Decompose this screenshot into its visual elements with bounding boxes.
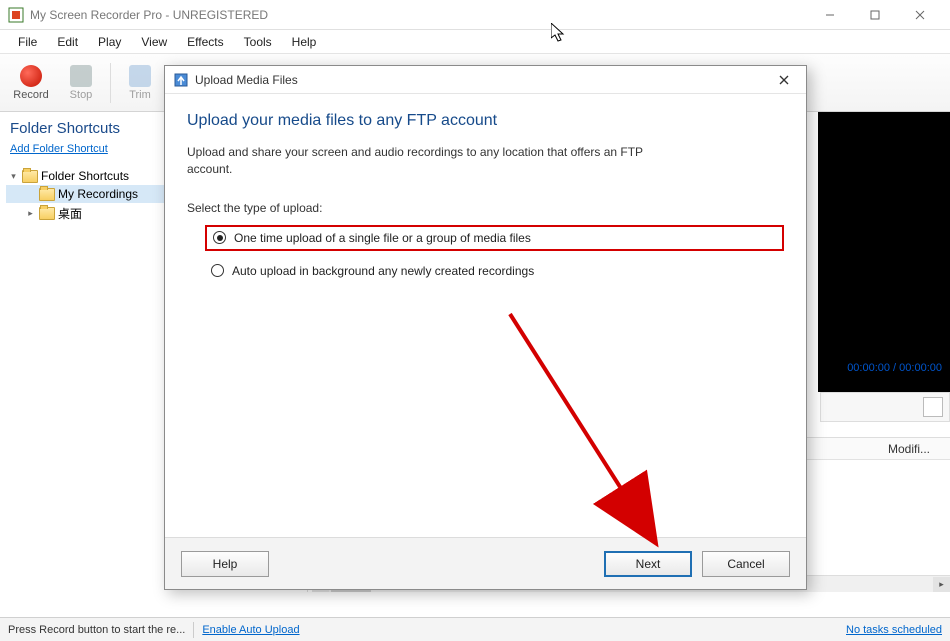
record-button[interactable]: Record — [6, 56, 56, 110]
menu-view[interactable]: View — [131, 32, 177, 52]
video-preview — [818, 112, 950, 392]
window-title: My Screen Recorder Pro - UNREGISTERED — [30, 8, 807, 22]
toolbar-separator — [110, 63, 111, 103]
dialog-icon — [173, 72, 189, 88]
expand-icon[interactable]: ▸ — [25, 208, 36, 219]
folder-icon — [22, 170, 38, 183]
maximize-button[interactable] — [852, 0, 897, 30]
select-type-label: Select the type of upload: — [187, 201, 784, 215]
menu-help[interactable]: Help — [282, 32, 327, 52]
radio-auto-upload[interactable]: Auto upload in background any newly crea… — [205, 259, 784, 283]
stop-button[interactable]: Stop — [56, 56, 106, 110]
folder-icon — [39, 207, 55, 220]
upload-type-radio-group: One time upload of a single file or a gr… — [205, 225, 784, 283]
close-icon — [779, 75, 789, 85]
folder-icon — [39, 188, 55, 201]
menu-file[interactable]: File — [8, 32, 47, 52]
status-bar: Press Record button to start the re... E… — [0, 617, 950, 641]
record-icon — [20, 65, 42, 87]
trim-button[interactable]: Trim — [115, 56, 165, 110]
dialog-heading: Upload your media files to any FTP accou… — [187, 112, 784, 130]
menu-effects[interactable]: Effects — [177, 32, 233, 52]
menu-tools[interactable]: Tools — [234, 32, 282, 52]
video-control-button[interactable] — [923, 397, 943, 417]
radio-one-time-upload[interactable]: One time upload of a single file or a gr… — [205, 225, 784, 251]
tree-label: My Recordings — [58, 187, 138, 201]
upload-media-dialog: Upload Media Files Upload your media fil… — [164, 65, 807, 590]
menu-bar: File Edit Play View Effects Tools Help — [0, 30, 950, 54]
dialog-title: Upload Media Files — [195, 73, 770, 87]
dialog-description: Upload and share your screen and audio r… — [187, 144, 687, 179]
scroll-right-arrow[interactable]: ▸ — [933, 577, 950, 592]
annotation-arrow — [500, 304, 700, 564]
help-button[interactable]: Help — [181, 551, 269, 577]
add-folder-shortcut-link[interactable]: Add Folder Shortcut — [0, 143, 118, 163]
tree-label: Folder Shortcuts — [41, 169, 129, 183]
main-titlebar: My Screen Recorder Pro - UNREGISTERED — [0, 0, 950, 30]
menu-play[interactable]: Play — [88, 32, 131, 52]
status-hint: Press Record button to start the re... — [8, 624, 185, 636]
collapse-icon[interactable]: ▾ — [8, 171, 19, 182]
stop-icon — [70, 65, 92, 87]
trim-icon — [129, 65, 151, 87]
window-controls — [807, 0, 942, 30]
radio-icon[interactable] — [211, 264, 224, 277]
minimize-button[interactable] — [807, 0, 852, 30]
radio-icon[interactable] — [213, 231, 226, 244]
menu-edit[interactable]: Edit — [47, 32, 88, 52]
dialog-close-button[interactable] — [770, 70, 798, 90]
cancel-button[interactable]: Cancel — [702, 551, 790, 577]
app-icon — [8, 7, 24, 23]
column-modified[interactable]: Modifi... — [888, 442, 930, 456]
dialog-titlebar: Upload Media Files — [165, 66, 806, 94]
video-controls — [820, 392, 950, 422]
enable-auto-upload-link[interactable]: Enable Auto Upload — [202, 624, 299, 636]
dialog-body: Upload your media files to any FTP accou… — [165, 94, 806, 537]
video-time: 00:00:00 / 00:00:00 — [847, 362, 942, 374]
tree-label: 桌面 — [58, 205, 82, 222]
dialog-footer: Help Next Cancel — [165, 537, 806, 589]
close-button[interactable] — [897, 0, 942, 30]
no-tasks-link[interactable]: No tasks scheduled — [846, 624, 942, 636]
next-button[interactable]: Next — [604, 551, 692, 577]
